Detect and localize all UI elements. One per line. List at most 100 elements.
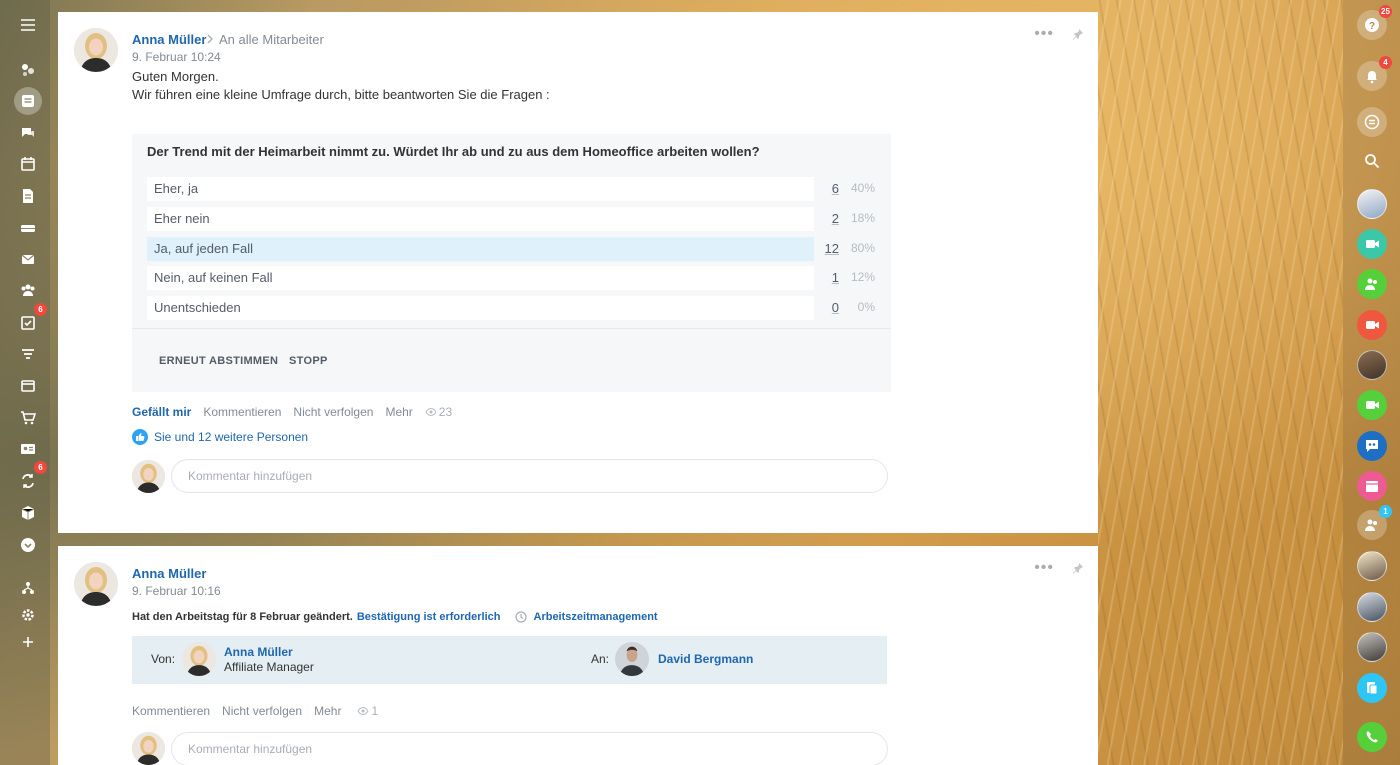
group-icon[interactable]: 1: [1357, 505, 1392, 540]
author-name[interactable]: Anna Müller: [132, 32, 206, 47]
poll-option[interactable]: Nein, auf keinen Fall 1 12%: [147, 266, 875, 290]
poll-option-label[interactable]: Eher nein: [147, 207, 814, 231]
to-label: An:: [591, 652, 610, 666]
comment-input[interactable]: Kommentar hinzufügen: [171, 732, 888, 765]
poll-option-label[interactable]: Nein, auf keinen Fall: [147, 266, 814, 290]
poll-option-label[interactable]: Unentschieden: [147, 296, 814, 320]
sites-icon[interactable]: [14, 372, 42, 400]
views-counter[interactable]: 1: [357, 704, 378, 718]
more-button[interactable]: Mehr: [314, 704, 341, 718]
automation-badge: 6: [34, 461, 47, 474]
box-icon[interactable]: [14, 499, 42, 527]
add-icon[interactable]: [14, 628, 42, 656]
more-options-icon[interactable]: •••: [1034, 26, 1054, 42]
author-avatar[interactable]: [74, 28, 118, 72]
more-icon[interactable]: [14, 531, 42, 559]
poll-option[interactable]: Eher nein 2 18%: [147, 207, 875, 231]
current-user-avatar: [132, 732, 165, 765]
document-icon[interactable]: [14, 182, 42, 210]
unfollow-button[interactable]: Nicht verfolgen: [222, 704, 302, 718]
structure-icon[interactable]: [14, 574, 42, 602]
news-feed-icon[interactable]: [14, 87, 42, 115]
post-actions: Gefällt mir Kommentieren Nicht verfolgen…: [132, 405, 452, 419]
mail-icon[interactable]: [14, 245, 42, 273]
stop-poll-button[interactable]: STOPP: [289, 355, 328, 367]
to-name[interactable]: David Bergmann: [658, 652, 753, 666]
conference-call-icon[interactable]: [1357, 310, 1387, 340]
from-role: Affiliate Manager: [224, 660, 314, 674]
post-text-body: Wir führen eine kleine Umfrage durch, bi…: [132, 87, 550, 102]
poll-option-label[interactable]: Ja, auf jeden Fall: [147, 237, 814, 261]
poll-option-count[interactable]: 1: [815, 270, 839, 285]
comment-button[interactable]: Kommentieren: [203, 405, 281, 419]
more-options-icon[interactable]: •••: [1034, 560, 1054, 576]
menu-icon[interactable]: [14, 11, 42, 39]
like-button[interactable]: Gefällt mir: [132, 405, 191, 419]
revote-button[interactable]: ERNEUT ABSTIMMEN: [159, 355, 278, 367]
from-name[interactable]: Anna Müller: [224, 645, 293, 659]
likers-row[interactable]: Sie und 12 weitere Personen: [132, 429, 308, 445]
group-badge: 1: [1379, 505, 1392, 518]
copy-chat-icon[interactable]: [1357, 673, 1387, 703]
post-tools: •••: [1034, 560, 1084, 576]
contact-avatar[interactable]: [1357, 592, 1387, 622]
comment-input[interactable]: Kommentar hinzufügen: [171, 459, 888, 493]
feed-icon[interactable]: [14, 56, 42, 84]
post-date[interactable]: 9. Februar 10:24: [132, 50, 221, 64]
notifications-icon[interactable]: 4: [1357, 56, 1392, 91]
group-chat-icon[interactable]: [1357, 269, 1387, 299]
poll-option-count[interactable]: 0: [815, 300, 839, 315]
contact-card-icon[interactable]: [14, 435, 42, 463]
author-name[interactable]: Anna Müller: [132, 566, 206, 581]
search-icon[interactable]: [1357, 146, 1387, 176]
pin-icon[interactable]: [1072, 28, 1084, 40]
pin-icon[interactable]: [1072, 562, 1084, 574]
contact-avatar[interactable]: [1357, 189, 1387, 219]
poll-block: Der Trend mit der Heimarbeit nimmt zu. W…: [132, 134, 891, 392]
help-icon[interactable]: ? 25: [1357, 5, 1392, 40]
settings-icon[interactable]: [14, 601, 42, 629]
confirmation-link[interactable]: Bestätigung ist erforderlich: [357, 611, 501, 623]
contact-avatar[interactable]: [1357, 350, 1387, 380]
contact-avatar[interactable]: [1357, 632, 1387, 662]
groups-icon[interactable]: [14, 276, 42, 304]
workday-change-line: Hat den Arbeitstag für 8 Februar geänder…: [132, 611, 658, 623]
more-button[interactable]: Mehr: [385, 405, 412, 419]
background-grass: [1098, 0, 1343, 765]
phone-icon[interactable]: [1357, 722, 1387, 752]
automation-icon[interactable]: 6: [14, 461, 47, 495]
tasks-icon[interactable]: 6: [14, 303, 47, 337]
author-avatar[interactable]: [74, 562, 118, 606]
video-call-icon[interactable]: [1357, 390, 1387, 420]
worktime-module-link[interactable]: Arbeitszeitmanagement: [534, 611, 658, 623]
crm-filter-icon[interactable]: [14, 341, 42, 369]
unfollow-button[interactable]: Nicht verfolgen: [293, 405, 373, 419]
thumbs-up-icon: [132, 429, 148, 445]
poll-option-label[interactable]: Eher, ja: [147, 177, 814, 201]
calendar-chat-icon[interactable]: [1357, 471, 1387, 501]
video-call-icon[interactable]: [1357, 229, 1387, 259]
from-avatar[interactable]: [182, 642, 216, 676]
poll-option-count[interactable]: 12: [815, 241, 839, 256]
help-badge: 25: [1379, 5, 1392, 18]
post-destination[interactable]: An alle Mitarbeiter: [219, 32, 324, 47]
drive-icon[interactable]: [14, 214, 42, 242]
calendar-icon[interactable]: [14, 150, 42, 178]
to-avatar[interactable]: [615, 642, 649, 676]
poll-option-percent: 12%: [850, 270, 875, 284]
poll-option[interactable]: Unentschieden 0 0%: [147, 296, 875, 320]
comment-button[interactable]: Kommentieren: [132, 704, 210, 718]
poll-option-selected[interactable]: Ja, auf jeden Fall 12 80%: [147, 237, 875, 261]
messages-icon[interactable]: [1357, 107, 1387, 137]
post-date[interactable]: 9. Februar 10:16: [132, 584, 221, 598]
poll-option[interactable]: Eher, ja 6 40%: [147, 177, 875, 201]
poll-divider: [132, 328, 891, 329]
poll-option-count[interactable]: 6: [815, 181, 839, 196]
poll-option-count[interactable]: 2: [815, 211, 839, 226]
contact-avatar[interactable]: [1357, 551, 1387, 581]
chat-icon[interactable]: [14, 119, 42, 147]
likers-text[interactable]: Sie und 12 weitere Personen: [154, 430, 308, 444]
shop-icon[interactable]: [14, 404, 42, 432]
views-counter[interactable]: 23: [425, 405, 452, 419]
open-channel-icon[interactable]: [1357, 431, 1387, 461]
